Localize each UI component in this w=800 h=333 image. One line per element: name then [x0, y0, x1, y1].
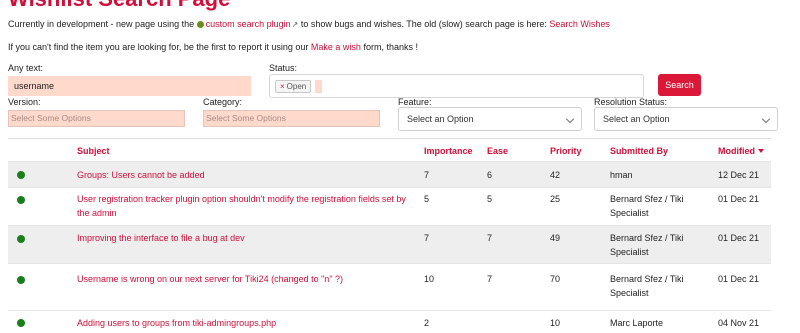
status-label: Status:: [269, 63, 298, 73]
status-open-dot-icon: [17, 196, 25, 204]
row-priority: 42: [550, 170, 561, 180]
status-search-field[interactable]: [315, 80, 322, 93]
row-ease: 7: [487, 233, 493, 243]
row-modified: 01 Dec 21: [718, 233, 760, 243]
table-row[interactable]: User registration tracker plugin option …: [8, 187, 771, 225]
version-multiselect[interactable]: Select Some Options: [8, 110, 185, 127]
remove-chip-icon[interactable]: ×: [280, 82, 285, 91]
row-modified: 01 Dec 21: [718, 274, 760, 284]
row-submitted-by: Bernard Sfez / Tiki Specialist: [610, 233, 684, 257]
row-subject-link[interactable]: Improving the interface to file a bug at…: [77, 231, 417, 245]
row-modified: 04 Nov 21: [718, 318, 760, 328]
version-label: Version:: [8, 97, 41, 107]
feature-select[interactable]: Select an Option: [398, 107, 582, 131]
header-submitted-by[interactable]: Submitted By: [610, 146, 668, 156]
row-modified: 12 Dec 21: [718, 170, 760, 180]
row-submitted-by: hman: [610, 170, 633, 180]
table-header: Subject Importance Ease Priority Submitt…: [8, 139, 771, 161]
row-submitted-by: Bernard Sfez / Tiki Specialist: [610, 274, 684, 298]
custom-search-plugin-link[interactable]: custom search plugin: [206, 19, 291, 29]
row-subject-link[interactable]: User registration tracker plugin option …: [77, 192, 417, 220]
row-importance: 2: [424, 318, 430, 328]
row-submitted-by: Bernard Sfez / Tiki Specialist: [610, 194, 684, 218]
chevron-down-icon: [565, 114, 575, 124]
report-suffix: form, thanks !: [363, 42, 418, 52]
category-label: Category:: [203, 97, 243, 107]
feature-select-value: Select an Option: [407, 114, 474, 124]
intro-prefix: Currently in development - new page usin…: [8, 19, 195, 29]
row-subject-link[interactable]: Groups: Users cannot be added: [77, 168, 417, 182]
row-subject-link[interactable]: Username is wrong on our next server for…: [77, 272, 417, 286]
table-row[interactable]: Username is wrong on our next server for…: [8, 263, 771, 310]
row-importance: 10: [424, 274, 435, 284]
status-chip-open[interactable]: × Open: [275, 80, 312, 93]
row-priority: 70: [550, 274, 561, 284]
intro-text: Currently in development - new page usin…: [8, 18, 610, 31]
intro-middle: to show bugs and wishes. The old (slow) …: [300, 19, 547, 29]
status-chip-label: Open: [286, 82, 307, 91]
status-multiselect[interactable]: × Open: [269, 74, 644, 98]
page-title: Wishlist Search Page: [8, 0, 230, 11]
header-modified[interactable]: Modified: [718, 146, 764, 156]
header-importance[interactable]: Importance: [424, 146, 473, 156]
row-ease: 5: [487, 194, 493, 204]
search-wishes-link[interactable]: Search Wishes: [549, 19, 610, 29]
row-importance: 7: [424, 170, 430, 180]
row-priority: 25: [550, 194, 561, 204]
table-row[interactable]: Improving the interface to file a bug at…: [8, 225, 771, 263]
status-open-dot-icon: [17, 276, 25, 284]
external-link-icon: ↗: [291, 20, 299, 29]
category-multiselect[interactable]: Select Some Options: [203, 110, 380, 127]
report-text: If you can't find the item you are looki…: [8, 41, 418, 53]
row-subject-link[interactable]: Adding users to groups from tiki-admingr…: [77, 316, 417, 330]
report-prefix: If you can't find the item you are looki…: [8, 42, 309, 52]
resolution-select[interactable]: Select an Option: [594, 107, 778, 131]
search-button[interactable]: Search: [658, 74, 701, 96]
row-priority: 10: [550, 318, 561, 328]
table-row[interactable]: Groups: Users cannot be added 7 6 42 hma…: [8, 161, 771, 187]
header-ease[interactable]: Ease: [487, 146, 508, 156]
row-importance: 5: [424, 194, 430, 204]
header-subject[interactable]: Subject: [77, 146, 110, 156]
header-modified-label: Modified: [718, 146, 755, 156]
row-ease: 7: [487, 274, 493, 284]
resolution-select-value: Select an Option: [603, 114, 670, 124]
make-a-wish-link[interactable]: Make a wish: [311, 42, 361, 52]
plugin-dot-icon: [196, 21, 204, 28]
header-priority[interactable]: Priority: [550, 146, 582, 156]
chevron-down-icon: [761, 114, 771, 124]
status-open-dot-icon: [17, 235, 25, 243]
status-open-dot-icon: [17, 319, 25, 327]
any-text-input[interactable]: [8, 76, 251, 96]
row-priority: 49: [550, 233, 561, 243]
results-table: Subject Importance Ease Priority Submitt…: [8, 138, 771, 333]
row-submitted-by: Marc Laporte: [610, 318, 664, 328]
row-importance: 7: [424, 233, 430, 243]
any-text-label: Any text:: [8, 63, 44, 73]
row-ease: 6: [487, 170, 493, 180]
row-modified: 01 Dec 21: [718, 194, 760, 204]
sort-descending-icon: [758, 149, 764, 153]
status-open-dot-icon: [17, 171, 25, 179]
table-row[interactable]: Adding users to groups from tiki-admingr…: [8, 310, 771, 333]
